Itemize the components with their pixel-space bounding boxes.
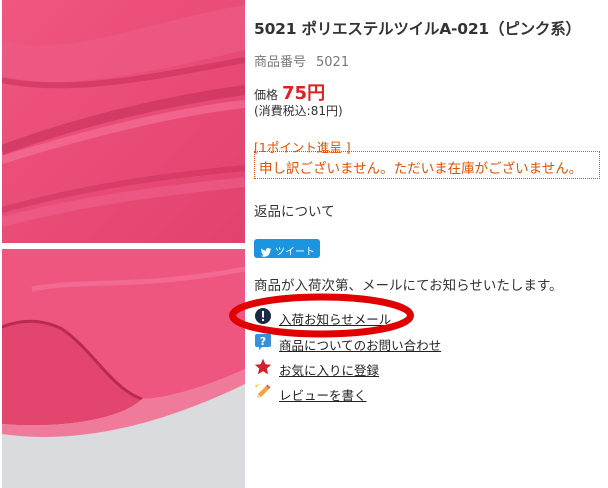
returns-link[interactable]: 返品について xyxy=(254,200,335,220)
product-photo-main[interactable] xyxy=(2,0,245,243)
tweet-label: ツイート xyxy=(275,247,315,258)
price-label: 価格 xyxy=(254,88,279,102)
tax-included-price: (消費税込:81円) xyxy=(254,104,343,118)
star-icon xyxy=(254,358,272,375)
pencil-icon xyxy=(255,383,271,398)
write-review-label[interactable]: レビューを書く xyxy=(279,385,367,404)
price-value: 75円 xyxy=(282,83,326,104)
product-code-label: 商品番号 xyxy=(254,55,307,70)
product-code-value: 5021 xyxy=(316,55,350,70)
twitter-bird-icon xyxy=(260,247,272,257)
tweet-button[interactable]: ツイート xyxy=(254,239,320,258)
question-icon: ? xyxy=(255,334,271,350)
restock-mail-label[interactable]: 入荷お知らせメール xyxy=(279,309,391,328)
exclamation-circle-icon xyxy=(255,308,271,324)
out-of-stock-message: 申し訳ございません。ただいま在庫がございません。 xyxy=(259,161,583,177)
product-title: 5021 ポリエステルツイルA-021（ピンク系） xyxy=(254,20,581,38)
add-favorite-label[interactable]: お気に入りに登録 xyxy=(279,360,379,379)
restock-notice: 商品が入荷次第、メールにてお知らせいたします。 xyxy=(254,278,563,294)
product-photo-detail[interactable] xyxy=(2,249,245,488)
svg-text:?: ? xyxy=(260,335,266,348)
product-code: 商品番号 5021 xyxy=(254,51,349,70)
product-inquiry-label[interactable]: 商品についてのお問い合わせ xyxy=(279,335,441,354)
out-of-stock-box: 申し訳ございません。ただいま在庫がございません。 xyxy=(254,151,600,179)
